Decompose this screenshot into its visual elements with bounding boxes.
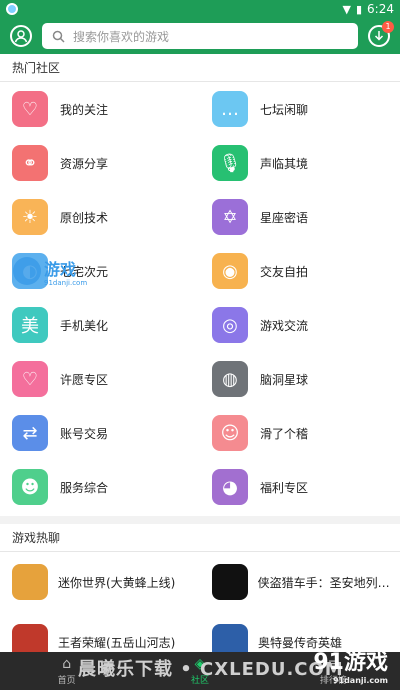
community-item[interactable]: ☀ 原创技术 (0, 190, 200, 244)
battery-icon: ▮ (355, 2, 363, 16)
watermark-logo-left: 游戏 91danji.com (12, 255, 98, 287)
funny-face-icon: ☺ (212, 415, 248, 451)
community-item-label: 资源分享 (60, 156, 109, 171)
watermark-right: 91游戏 91danji.com (313, 644, 388, 685)
community-item-label: 星座密语 (260, 210, 309, 225)
community-item-label: 服务综合 (60, 480, 109, 495)
game-item[interactable]: 迷你世界(大黄蜂上线) (0, 552, 200, 612)
community-item[interactable]: ◎ 游戏交流 (200, 298, 400, 352)
watermark-right-text: 91游戏 (313, 650, 388, 675)
download-button[interactable]: 1 (368, 21, 394, 47)
heart-outline-icon: ♡ (12, 361, 48, 397)
camera-icon: ◉ (212, 253, 248, 289)
community-item[interactable]: ☺ 滑了个稽 (200, 406, 400, 460)
community-grid: ♡我的关注…七坛闲聊⚭资源分享🎙声临其境☀原创技术✡星座密语◐七宅次元◉交友自拍… (0, 82, 400, 514)
game-name: 王者荣耀(五岳山河志) (58, 635, 176, 650)
chat-bubble-icon: … (212, 91, 248, 127)
community-item-label: 脑洞星球 (260, 372, 309, 387)
community-item-label: 七坛闲聊 (260, 102, 309, 117)
hot-communities-title: 热门社区 (0, 54, 400, 82)
community-item[interactable]: ♡ 我的关注 (0, 82, 200, 136)
game-icon (212, 564, 248, 600)
microphone-icon: 🎙 (212, 145, 248, 181)
community-item[interactable]: 美手机美化 (0, 298, 200, 352)
wifi-icon: ▼ (342, 2, 351, 16)
game-icon (12, 564, 48, 600)
watermark-right-sub: 91danji.com (332, 676, 388, 685)
game-name: 侠盗猎车手：圣安地列斯汉 (257, 575, 400, 590)
community-item-label: 滑了个稽 (260, 426, 309, 441)
download-count-badge: 1 (382, 21, 394, 33)
community-item-label: 交友自拍 (260, 264, 309, 279)
top-bar: 搜索你喜欢的游戏 1 (0, 18, 400, 54)
tab-label: 首页 (57, 675, 76, 686)
community-item-label: 游戏交流 (260, 318, 309, 333)
bulb-icon: ☀ (12, 199, 48, 235)
user-icon (14, 30, 28, 43)
watermark-left-text: 游戏 (44, 260, 76, 279)
ufo-icon: ◍ (212, 361, 248, 397)
hot-games-section: 游戏热聊 迷你世界(大黄蜂上线) 侠盗猎车手：圣安地列斯汉 王者荣耀(五岳山河志) 奥… (0, 524, 400, 660)
community-item-label: 声临其境 (260, 156, 309, 171)
star-of-david-icon: ✡ (212, 199, 248, 235)
service-icon: ☻ (12, 469, 48, 505)
community-item-label: 原创技术 (60, 210, 109, 225)
community-item[interactable]: ⇄ 账号交易 (0, 406, 200, 460)
community-item[interactable]: … 七坛闲聊 (200, 82, 400, 136)
beauty-icon: 美 (12, 307, 48, 343)
community-item[interactable]: ♡ 许愿专区 (0, 352, 200, 406)
community-item-label: 我的关注 (60, 102, 109, 117)
community-item[interactable]: ☻ 服务综合 (0, 460, 200, 514)
watermark-bottom: 晨曦乐下载 • CXLEDU.COM (78, 659, 344, 680)
user-profile-button[interactable] (10, 25, 32, 47)
game-item[interactable]: 侠盗猎车手：圣安地列斯汉 (200, 552, 400, 612)
community-item[interactable]: ✡ 星座密语 (200, 190, 400, 244)
community-item[interactable]: 🎙 声临其境 (200, 136, 400, 190)
community-item-label: 账号交易 (60, 426, 109, 441)
status-time: 6:24 (367, 2, 394, 16)
watermark-left-sub: 91danji.com (44, 279, 87, 287)
exchange-icon: ⇄ (12, 415, 48, 451)
community-item[interactable]: ◕ 福利专区 (200, 460, 400, 514)
search-icon (52, 30, 65, 43)
search-placeholder: 搜索你喜欢的游戏 (73, 29, 170, 44)
community-item[interactable]: ⚭ 资源分享 (0, 136, 200, 190)
hot-games-title: 游戏热聊 (0, 524, 400, 552)
community-item[interactable]: ◍ 脑洞星球 (200, 352, 400, 406)
community-item-label: 许愿专区 (60, 372, 109, 387)
game-name: 迷你世界(大黄蜂上线) (58, 575, 176, 590)
link-icon: ⚭ (12, 145, 48, 181)
download-icon (374, 31, 384, 41)
notification-app-icon (6, 3, 18, 15)
piggy-bank-icon: ◕ (212, 469, 248, 505)
home-icon: ⌂ (62, 655, 72, 672)
search-input[interactable]: 搜索你喜欢的游戏 (42, 23, 358, 49)
status-bar: ▼ ▮ 6:24 (0, 0, 400, 18)
community-item-label: 手机美化 (60, 318, 109, 333)
gamepad-icon: ◎ (212, 307, 248, 343)
community-item-label: 福利专区 (260, 480, 309, 495)
community-item[interactable]: ◉ 交友自拍 (200, 244, 400, 298)
heart-plus-icon: ♡ (12, 91, 48, 127)
